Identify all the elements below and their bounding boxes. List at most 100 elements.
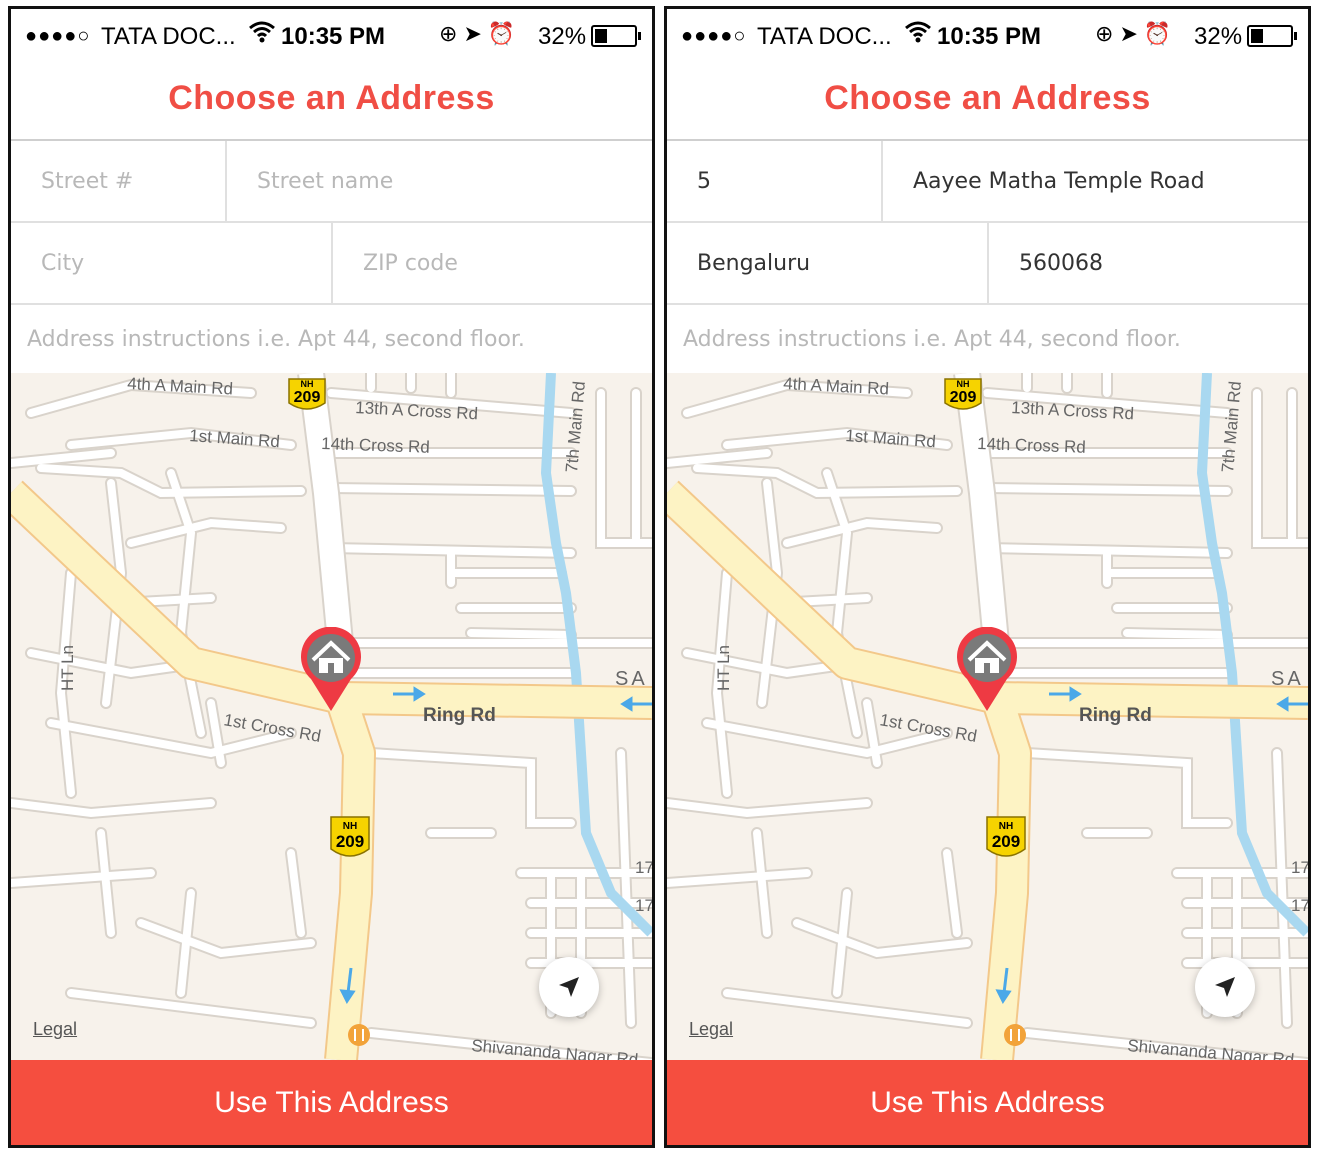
map-label-sa: SA	[1271, 668, 1304, 690]
alarm-icon: ⏰	[1143, 21, 1178, 46]
battery-percent: 32%	[1194, 23, 1243, 50]
map-label-sa: SA	[615, 668, 648, 690]
map-label-4th-a-main: 4th A Main Rd	[783, 374, 890, 399]
street-name-field[interactable]: Street name	[227, 141, 652, 221]
shield-number: 209	[294, 389, 321, 406]
field-value: 5	[697, 168, 711, 194]
street-row: 5 Aayee Matha Temple Road	[667, 141, 1308, 223]
field-value: 560068	[1019, 250, 1103, 276]
locate-me-button[interactable]	[1195, 957, 1255, 1017]
phone-screen: ●●●●○ TATA DOC... 10:35 PM ⊕➤⏰ 32% Choos…	[664, 6, 1311, 1148]
map-label-1st-main: 1st Main Rd	[845, 426, 937, 451]
nh-shield: NH 209	[288, 378, 326, 410]
battery-icon	[1247, 25, 1297, 47]
signal-icon: ●●●●○	[681, 25, 747, 47]
use-address-button[interactable]: Use This Address	[667, 1060, 1308, 1145]
shield-top: NH	[999, 821, 1013, 832]
battery-icon	[591, 25, 641, 47]
field-placeholder: Address instructions i.e. Apt 44, second…	[683, 326, 1181, 352]
map-roads: 4th A Main Rd 13th A Cross Rd 1st Main R…	[11, 373, 652, 1060]
street-number-field[interactable]: 5	[667, 141, 881, 221]
field-placeholder: Address instructions i.e. Apt 44, second…	[27, 326, 525, 352]
address-instructions-field[interactable]: Address instructions i.e. Apt 44, second…	[667, 305, 1308, 373]
map-view[interactable]: 4th A Main Rd 13th A Cross Rd 1st Main R…	[667, 373, 1308, 1060]
shield-number: 209	[950, 389, 977, 406]
map-label-ht-ln: HT Ln	[714, 645, 733, 691]
shield-top: NH	[343, 821, 357, 832]
field-placeholder: Street name	[257, 168, 394, 194]
map-label-7th-main: 7th Main Rd	[1218, 380, 1245, 473]
field-placeholder: ZIP code	[363, 250, 458, 276]
map-label-1st-main: 1st Main Rd	[189, 426, 281, 451]
phone-screen: ●●●●○ TATA DOC... 10:35 PM ⊕➤⏰ 32% Choos…	[8, 6, 655, 1148]
battery-fill	[1251, 29, 1264, 43]
map-roads: 4th A Main Rd 13th A Cross Rd 1st Main R…	[667, 373, 1308, 1060]
map-label-shivananda: Shivananda Nagar Rd	[1127, 1036, 1295, 1060]
status-icons: ⊕➤⏰	[1095, 21, 1177, 47]
nh-shield: NH 209	[944, 378, 982, 410]
locate-me-button[interactable]	[539, 957, 599, 1017]
map-label-17b: 17	[1291, 896, 1308, 915]
wifi-icon	[249, 21, 275, 50]
nh-shield: NH 209	[986, 816, 1026, 857]
shield-number: 209	[992, 832, 1020, 851]
signal-icon: ●●●●○	[25, 25, 91, 47]
map-label-ht-ln: HT Ln	[58, 645, 77, 691]
shield-number: 209	[336, 832, 364, 851]
alarm-icon: ⏰	[487, 21, 522, 46]
clock: 10:35 PM	[937, 23, 1042, 50]
page-title: Choose an Address	[824, 79, 1151, 117]
map-label-14th-cross: 14th Cross Rd	[977, 434, 1086, 457]
map-label-7th-main: 7th Main Rd	[562, 380, 589, 473]
zip-field[interactable]: ZIP code	[333, 223, 652, 303]
carrier-label: TATA DOC...	[101, 23, 236, 50]
shield-top: NH	[301, 379, 314, 389]
map-view[interactable]: 4th A Main Rd 13th A Cross Rd 1st Main R…	[11, 373, 652, 1060]
page-title: Choose an Address	[168, 79, 495, 117]
map-label-17a: 17	[1291, 858, 1308, 877]
map-label-ring-rd: Ring Rd	[1079, 705, 1152, 726]
street-name-field[interactable]: Aayee Matha Temple Road	[883, 141, 1308, 221]
legal-link[interactable]: Legal	[33, 1019, 77, 1040]
city-row: Bengaluru 560068	[667, 223, 1308, 305]
map-label-17a: 17	[635, 858, 652, 877]
street-number-field[interactable]: Street #	[11, 141, 225, 221]
instructions-row: Address instructions i.e. Apt 44, second…	[667, 305, 1308, 373]
field-value: Aayee Matha Temple Road	[913, 168, 1205, 194]
location-arrow-icon	[559, 977, 579, 997]
battery-percent: 32%	[538, 23, 587, 50]
clock: 10:35 PM	[281, 23, 386, 50]
field-placeholder: Street #	[41, 168, 134, 194]
map-label-17b: 17	[635, 896, 652, 915]
city-field[interactable]: Bengaluru	[667, 223, 987, 303]
map-label-14th-cross: 14th Cross Rd	[321, 434, 430, 457]
home-icon[interactable]	[955, 627, 1019, 713]
location-icon: ➤	[463, 21, 488, 46]
shield-top: NH	[957, 379, 970, 389]
field-placeholder: City	[41, 250, 85, 276]
map-label-4th-a-main: 4th A Main Rd	[127, 374, 234, 399]
status-icons: ⊕➤⏰	[439, 21, 521, 47]
use-address-button[interactable]: Use This Address	[11, 1060, 652, 1145]
street-row: Street # Street name	[11, 141, 652, 223]
fork-knife-icon[interactable]	[1004, 1024, 1026, 1046]
nh-shield: NH 209	[330, 816, 370, 857]
address-instructions-field[interactable]: Address instructions i.e. Apt 44, second…	[11, 305, 652, 373]
instructions-row: Address instructions i.e. Apt 44, second…	[11, 305, 652, 373]
city-field[interactable]: City	[11, 223, 331, 303]
status-bar: ●●●●○ TATA DOC... 10:35 PM ⊕➤⏰ 32%	[11, 9, 652, 67]
battery-fill	[595, 29, 608, 43]
status-bar: ●●●●○ TATA DOC... 10:35 PM ⊕➤⏰ 32%	[667, 9, 1308, 67]
field-value: Bengaluru	[697, 250, 811, 276]
wifi-icon	[905, 21, 931, 50]
rotation-lock-icon: ⊕	[1095, 21, 1120, 46]
zip-field[interactable]: 560068	[989, 223, 1308, 303]
map-label-ring-rd: Ring Rd	[423, 705, 496, 726]
legal-link[interactable]: Legal	[689, 1019, 733, 1040]
location-arrow-icon	[1215, 977, 1235, 997]
location-icon: ➤	[1119, 21, 1144, 46]
home-icon[interactable]	[299, 627, 363, 713]
fork-knife-icon[interactable]	[348, 1024, 370, 1046]
carrier-label: TATA DOC...	[757, 23, 892, 50]
map-label-shivananda: Shivananda Nagar Rd	[471, 1036, 639, 1060]
